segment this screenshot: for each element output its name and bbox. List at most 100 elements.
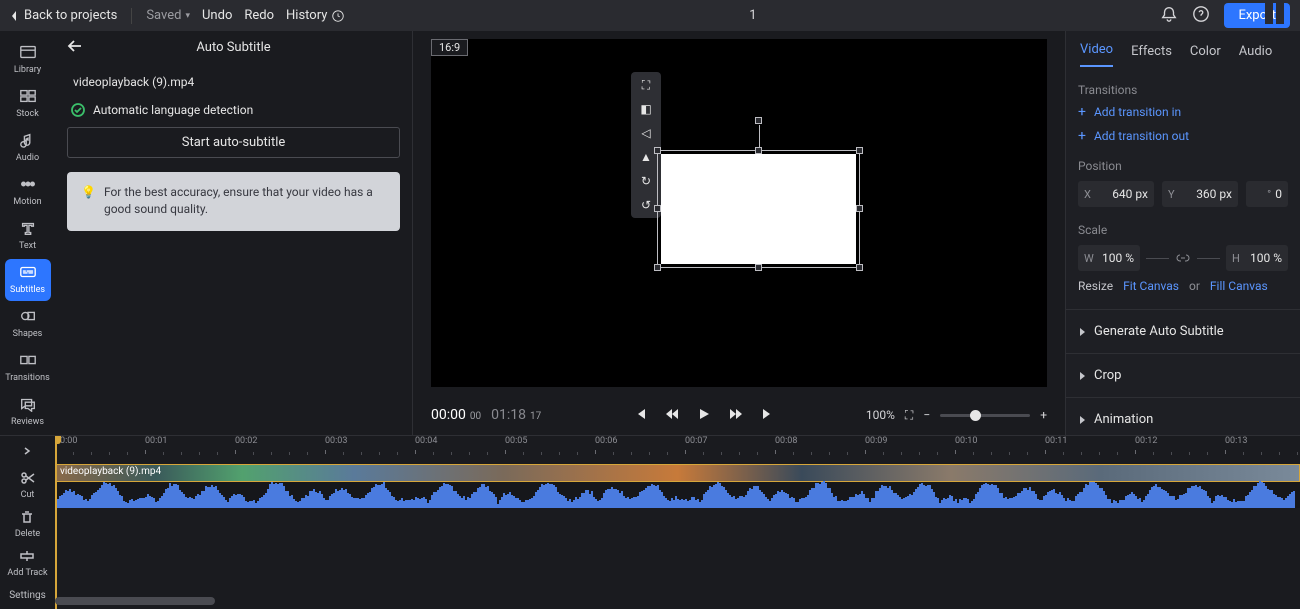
tab-audio[interactable]: Audio xyxy=(1239,44,1272,67)
main-area: Library Stock Audio Motion Text Subtitle… xyxy=(0,31,1300,435)
tip-box: 💡 For the best accuracy, ensure that you… xyxy=(67,172,400,231)
fullscreen-icon[interactable]: ⛶ xyxy=(905,408,913,423)
zoom-slider[interactable] xyxy=(940,414,1030,417)
scale-h-input[interactable]: H100 % xyxy=(1226,245,1288,271)
flip-v-icon[interactable]: ◁ xyxy=(636,124,656,142)
handle[interactable] xyxy=(856,147,863,154)
zoom-knob[interactable] xyxy=(970,410,981,421)
rotate-ccw-icon[interactable]: ↺ xyxy=(636,196,656,214)
aspect-badge[interactable]: 16:9 xyxy=(431,39,468,56)
tool-stock[interactable]: Stock xyxy=(5,83,51,125)
handle[interactable] xyxy=(755,264,762,271)
tab-video[interactable]: Video xyxy=(1080,42,1113,67)
tool-shapes[interactable]: Shapes xyxy=(5,303,51,345)
transitions-label: Transitions xyxy=(1078,83,1288,97)
tool-rail: Library Stock Audio Motion Text Subtitle… xyxy=(0,31,55,435)
back-to-projects[interactable]: Back to projects xyxy=(10,8,117,23)
end-bars[interactable] xyxy=(1265,0,1284,24)
handle[interactable] xyxy=(856,264,863,271)
zoom-controls: 100% ⛶ − + xyxy=(866,408,1047,423)
history-button[interactable]: History xyxy=(286,8,345,23)
link-scale-icon[interactable] xyxy=(1175,253,1191,263)
tab-color[interactable]: Color xyxy=(1190,44,1221,67)
saved-status[interactable]: Saved ▾ xyxy=(146,8,190,23)
props-tabs: Video Effects Color Audio xyxy=(1078,31,1288,67)
pos-x-input[interactable]: X640 px xyxy=(1078,181,1154,207)
topbar-left: Back to projects Saved ▾ Undo Redo Histo… xyxy=(10,8,345,24)
lightbulb-icon: 💡 xyxy=(81,184,96,219)
tool-audio[interactable]: Audio xyxy=(5,127,51,169)
zoom-in-icon[interactable]: + xyxy=(1040,408,1047,422)
rotation-input[interactable]: °0 xyxy=(1246,181,1288,207)
selection-frame[interactable] xyxy=(657,150,860,268)
ruler-tick: 00:02 xyxy=(235,436,257,446)
skip-start-icon[interactable] xyxy=(633,407,647,424)
canvas[interactable]: ⛶ ◧ ◁ ▲ ↻ ↺ xyxy=(431,39,1047,387)
video-track[interactable]: videoplayback (9).mp4 xyxy=(55,464,1300,482)
tool-text[interactable]: Text xyxy=(5,215,51,257)
time-ruler[interactable]: 00:0000:0100:0200:0300:0400:0500:0600:07… xyxy=(55,436,1300,464)
timeline-area: Cut Delete Add Track Settings 00:0000:01… xyxy=(0,435,1300,609)
timeline-expand[interactable] xyxy=(20,444,36,461)
scale-w-input[interactable]: W100 % xyxy=(1078,245,1140,271)
preview[interactable]: 16:9 ⛶ ◧ ◁ ▲ ↻ ↺ xyxy=(413,31,1065,395)
mirror-icon[interactable]: ▲ xyxy=(636,148,656,166)
expand-icon[interactable]: ⛶ xyxy=(636,76,656,94)
rotate-cw-icon[interactable]: ↻ xyxy=(636,172,656,190)
add-track-button[interactable]: Add Track xyxy=(7,549,47,578)
rotate-handle[interactable] xyxy=(755,117,762,124)
ruler-tick: 00:09 xyxy=(865,436,887,446)
tool-transitions[interactable]: Transitions xyxy=(5,347,51,389)
help-icon[interactable] xyxy=(1192,5,1210,26)
skip-end-icon[interactable] xyxy=(761,407,775,424)
crop-section[interactable]: Crop xyxy=(1078,354,1288,397)
ruler-tick: 00:10 xyxy=(955,436,977,446)
tool-library[interactable]: Library xyxy=(5,39,51,81)
play-icon[interactable] xyxy=(697,407,711,424)
ruler-tick: 00:03 xyxy=(325,436,347,446)
tool-subtitles[interactable]: Subtitles xyxy=(5,259,51,301)
forward-icon[interactable] xyxy=(729,407,743,424)
handle[interactable] xyxy=(755,147,762,154)
start-auto-subtitle-button[interactable]: Start auto-subtitle xyxy=(67,127,400,158)
flip-h-icon[interactable]: ◧ xyxy=(636,100,656,118)
zoom-out-icon[interactable]: − xyxy=(923,408,930,422)
video-clip[interactable]: videoplayback (9).mp4 xyxy=(55,464,1300,482)
timeline[interactable]: 00:0000:0100:0200:0300:0400:0500:0600:07… xyxy=(55,436,1300,609)
fit-canvas-link[interactable]: Fit Canvas xyxy=(1123,279,1179,293)
handle[interactable] xyxy=(654,205,661,212)
cut-button[interactable]: Cut xyxy=(20,471,36,500)
handle[interactable] xyxy=(856,205,863,212)
project-title[interactable]: 1 xyxy=(345,8,1160,23)
add-transition-in[interactable]: +Add transition in xyxy=(1078,105,1288,119)
pos-y-input[interactable]: Y360 px xyxy=(1162,181,1238,207)
add-transition-out[interactable]: +Add transition out xyxy=(1078,129,1288,143)
filename: videoplayback (9).mp4 xyxy=(67,75,400,89)
timeline-scrollbar[interactable] xyxy=(55,597,1300,605)
playhead[interactable] xyxy=(55,436,57,609)
topbar: Back to projects Saved ▾ Undo Redo Histo… xyxy=(0,0,1300,31)
fill-canvas-link[interactable]: Fill Canvas xyxy=(1210,279,1268,293)
handle[interactable] xyxy=(654,264,661,271)
animation-section[interactable]: Animation xyxy=(1078,398,1288,435)
undo-button[interactable]: Undo xyxy=(202,8,232,23)
separator xyxy=(131,8,132,24)
audio-track[interactable] xyxy=(55,482,1300,508)
bell-icon[interactable] xyxy=(1160,5,1178,26)
rewind-icon[interactable] xyxy=(665,407,679,424)
ruler-tick: 00:12 xyxy=(1135,436,1157,446)
preview-area: 16:9 ⛶ ◧ ◁ ▲ ↻ ↺ xyxy=(413,31,1065,435)
tool-reviews[interactable]: Reviews xyxy=(5,391,51,433)
timecode: 00:0000 01:1817 xyxy=(431,407,541,423)
settings-link[interactable]: Settings xyxy=(9,590,46,609)
scrollbar-thumb[interactable] xyxy=(55,597,215,605)
resize-row: Resize Fit Canvas or Fill Canvas xyxy=(1078,279,1288,293)
handle[interactable] xyxy=(654,147,661,154)
redo-button[interactable]: Redo xyxy=(244,8,274,23)
tool-motion[interactable]: Motion xyxy=(5,171,51,213)
delete-button[interactable]: Delete xyxy=(15,510,40,539)
tab-effects[interactable]: Effects xyxy=(1131,44,1172,67)
panel-back-icon[interactable] xyxy=(67,39,83,56)
generate-auto-subtitle[interactable]: Generate Auto Subtitle xyxy=(1078,310,1288,353)
auto-language-row[interactable]: Automatic language detection xyxy=(67,103,400,117)
